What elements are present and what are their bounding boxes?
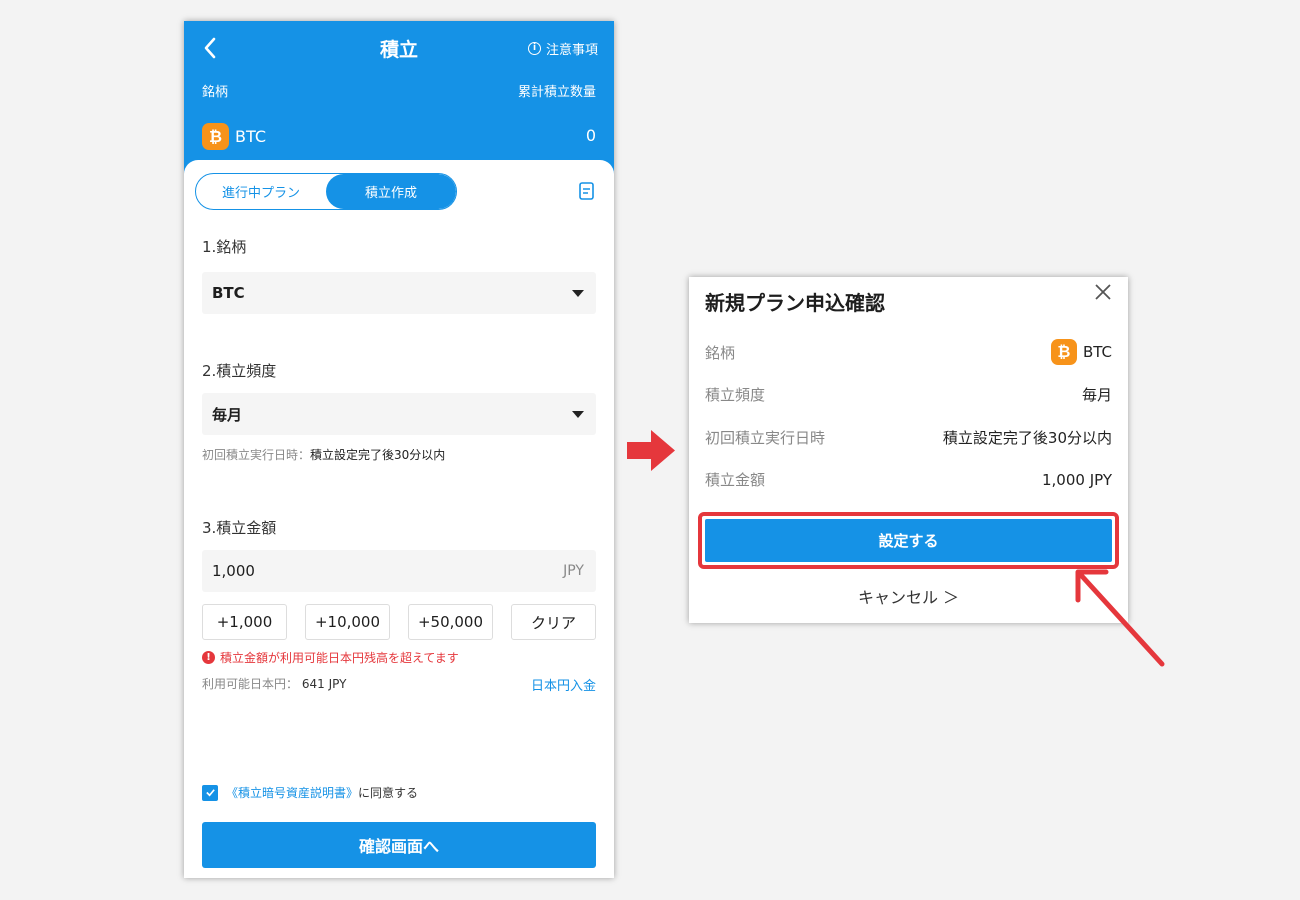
dialog-row-value: 毎月 [1081,386,1112,404]
dialog-row-first-execution: 初回積立実行日時 積立設定完了後30分以内 [705,427,1112,448]
tab-create-plan[interactable]: 積立作成 [326,174,456,209]
amount-error: ! 積立金額が利用可能日本円残高を超えてます [202,649,459,666]
accumulated-qty: 0 [585,126,596,145]
plan-tabs: 進行中プラン 積立作成 [195,173,457,210]
tab-active-plans[interactable]: 進行中プラン [196,174,326,209]
check-icon [205,789,215,797]
confirm-button[interactable]: 確認画面へ [202,822,596,868]
coin-select-value: BTC [212,284,245,302]
add-10000-button[interactable]: +10,000 [305,604,390,640]
qty-column-label: 累計積立数量 [517,85,596,100]
dialog-row-key: 積立頻度 [705,386,766,404]
dialog-row-amount: 積立金額 1,000 JPY [705,469,1112,490]
document-icon[interactable] [579,182,594,200]
quick-amount-buttons: +1,000 +10,000 +50,000 クリア [202,604,596,640]
coin-column-label: 銘柄 [202,85,229,100]
frequency-select-value: 毎月 [212,405,243,424]
jpy-deposit-link[interactable]: 日本円入金 [531,675,596,694]
coin-symbol: BTC [235,127,266,146]
bitcoin-icon: ₿ [202,123,229,150]
coin-select[interactable]: BTC [202,272,596,314]
section-amount-label: 3.積立金額 [202,519,277,537]
notice-label: 注意事項 [545,43,598,58]
coin-summary: ₿ BTC [202,123,266,150]
available-label: 利用可能日本円： [202,677,299,691]
available-value: 641 JPY [301,677,347,691]
error-icon: ! [202,651,215,664]
dialog-title: 新規プラン申込確認 [705,291,885,315]
agree-text: に同意する [358,786,419,800]
dialog-row-coin: 銘柄 ₿ BTC [705,339,1112,365]
dialog-row-value: 積立設定完了後30分以内 [942,429,1112,447]
notice-link[interactable]: i 注意事項 [527,39,598,58]
clear-button[interactable]: クリア [511,604,596,640]
caret-down-icon [572,410,584,418]
dialog-row-key: 積立金額 [705,471,766,489]
set-button[interactable]: 設定する [705,519,1112,562]
section-coin-label: 1.銘柄 [202,238,247,256]
phone-screen: 積立 i 注意事項 銘柄 累計積立数量 ₿ BTC 0 進行中プラン 積立作成 … [184,21,614,878]
agree-checkbox[interactable] [202,784,218,801]
form-body: 進行中プラン 積立作成 1.銘柄 BTC 2.積立頻度 毎月 初回積立実行日時：… [184,160,614,878]
first-execution-hint: 初回積立実行日時：積立設定完了後30分以内 [202,446,445,463]
agreement-row: 《積立暗号資産説明書》に同意する [202,784,418,801]
add-50000-button[interactable]: +50,000 [408,604,493,640]
dialog-row-value: BTC [1082,343,1112,361]
highlight-frame: 設定する [698,512,1119,569]
amount-unit: JPY [563,563,584,579]
amount-value: 1,000 [212,562,255,580]
dialog-row-frequency: 積立頻度 毎月 [705,384,1112,405]
pointer-arrow-icon [1075,569,1165,667]
explanation-link[interactable]: 《積立暗号資産説明書》 [226,786,358,800]
dialog-row-key: 初回積立実行日時 [705,429,826,447]
available-balance: 利用可能日本円： 641 JPY [202,675,346,692]
dialog-row-value: 1,000 JPY [1041,470,1112,489]
close-icon[interactable] [1093,282,1113,302]
amount-error-text: 積立金額が利用可能日本円残高を超えてます [220,651,459,665]
bitcoin-icon: ₿ [1050,339,1077,365]
amount-input[interactable]: 1,000 JPY [202,550,596,592]
first-execution-label: 初回積立実行日時： [202,448,311,462]
section-frequency-label: 2.積立頻度 [202,362,277,380]
info-icon: i [527,42,541,55]
right-arrow-icon [627,430,675,471]
caret-down-icon [572,289,584,297]
confirm-dialog: 新規プラン申込確認 銘柄 ₿ BTC 積立頻度 毎月 初回積立実行日時 積立設定完… [689,277,1128,623]
frequency-select[interactable]: 毎月 [202,393,596,435]
add-1000-button[interactable]: +1,000 [202,604,287,640]
first-execution-value: 積立設定完了後30分以内 [310,448,446,462]
dialog-row-key: 銘柄 [705,343,736,362]
cancel-link[interactable]: キャンセル ＞ [689,584,1128,608]
